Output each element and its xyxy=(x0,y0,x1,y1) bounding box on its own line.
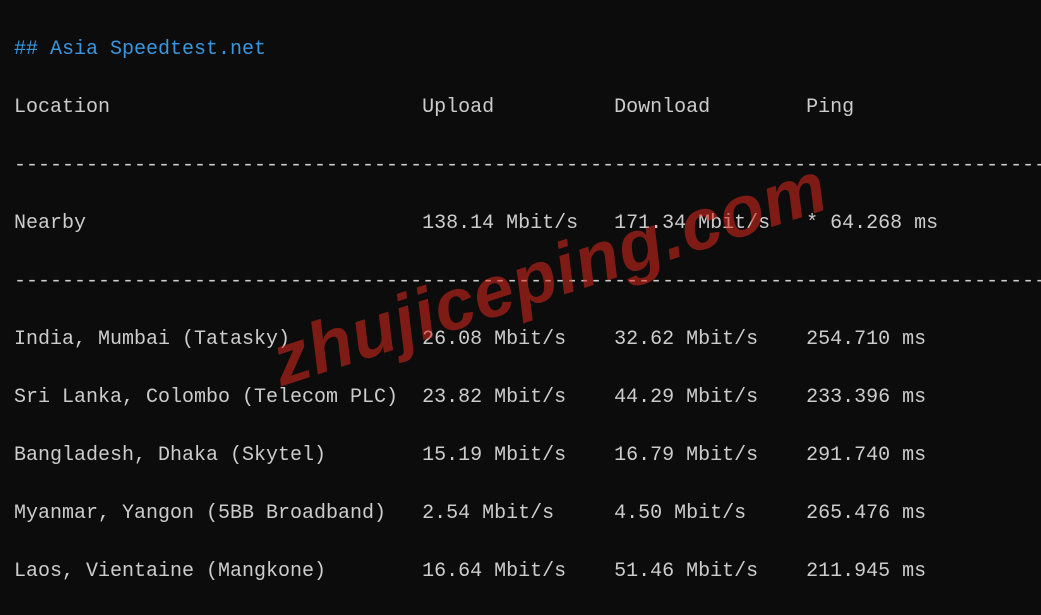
cell-upload: 15.19 Mbit/s xyxy=(422,444,614,467)
separator: ----------------------------------------… xyxy=(14,267,1027,296)
cell-ping: 254.710 ms xyxy=(806,328,974,351)
table-row: Sri Lanka, Colombo (Telecom PLC) 23.82 M… xyxy=(14,383,1027,412)
cell-download: 4.50 Mbit/s xyxy=(614,502,806,525)
nearby-row: Nearby 138.14 Mbit/s 171.34 Mbit/s * 64.… xyxy=(14,209,1027,238)
cell-upload: 23.82 Mbit/s xyxy=(422,386,614,409)
cell-location: Bangladesh, Dhaka (Skytel) xyxy=(14,444,422,467)
cell-ping: 291.740 ms xyxy=(806,444,974,467)
title-hash: ## xyxy=(14,38,50,61)
cell-download: 44.29 Mbit/s xyxy=(614,386,806,409)
col-ping: Ping xyxy=(806,96,974,119)
table-row: Myanmar, Yangon (5BB Broadband) 2.54 Mbi… xyxy=(14,499,1027,528)
cell-location: India, Mumbai (Tatasky) xyxy=(14,328,422,351)
cell-ping: 265.476 ms xyxy=(806,502,974,525)
cell-location: Myanmar, Yangon (5BB Broadband) xyxy=(14,502,422,525)
table-header: Location Upload Download Ping xyxy=(14,93,1027,122)
col-upload: Upload xyxy=(422,96,614,119)
cell-location: Nearby xyxy=(14,212,422,235)
separator: ----------------------------------------… xyxy=(14,151,1027,180)
cell-ping: * 64.268 ms xyxy=(806,212,974,235)
table-row: Bangladesh, Dhaka (Skytel) 15.19 Mbit/s … xyxy=(14,441,1027,470)
page-title: Asia Speedtest.net xyxy=(50,38,266,61)
cell-location: Laos, Vientaine (Mangkone) xyxy=(14,560,422,583)
table-body: India, Mumbai (Tatasky) 26.08 Mbit/s 32.… xyxy=(14,325,1027,615)
cell-download: 16.79 Mbit/s xyxy=(614,444,806,467)
cell-location: Sri Lanka, Colombo (Telecom PLC) xyxy=(14,386,422,409)
col-download: Download xyxy=(614,96,806,119)
cell-download: 32.62 Mbit/s xyxy=(614,328,806,351)
cell-download: 171.34 Mbit/s xyxy=(614,212,806,235)
cell-upload: 138.14 Mbit/s xyxy=(422,212,614,235)
cell-ping: 211.945 ms xyxy=(806,560,974,583)
cell-upload: 2.54 Mbit/s xyxy=(422,502,614,525)
cell-ping: 233.396 ms xyxy=(806,386,974,409)
table-row: Laos, Vientaine (Mangkone) 16.64 Mbit/s … xyxy=(14,557,1027,586)
cell-upload: 16.64 Mbit/s xyxy=(422,560,614,583)
col-location: Location xyxy=(14,96,422,119)
cell-upload: 26.08 Mbit/s xyxy=(422,328,614,351)
terminal-output: ## Asia Speedtest.net Location Upload Do… xyxy=(0,0,1041,615)
table-row: India, Mumbai (Tatasky) 26.08 Mbit/s 32.… xyxy=(14,325,1027,354)
cell-download: 51.46 Mbit/s xyxy=(614,560,806,583)
